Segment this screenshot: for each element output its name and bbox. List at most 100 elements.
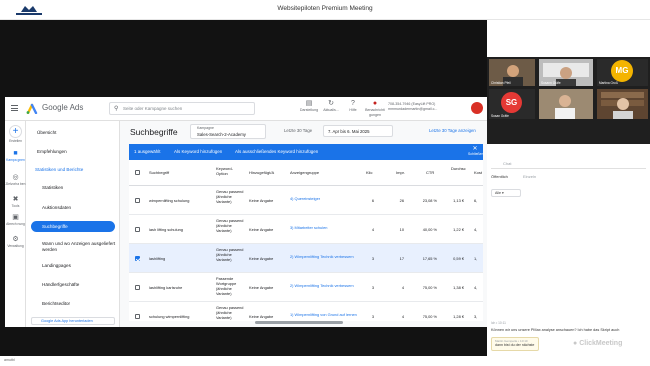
row-checkbox[interactable] (135, 227, 140, 232)
chat-filter-select[interactable]: Alle ▾ (491, 189, 521, 197)
avatar[interactable] (471, 102, 483, 114)
video-tile[interactable]: Christian Pfeil (489, 59, 535, 86)
nav-section-reports[interactable]: Statistiken und Berichte (35, 167, 83, 172)
nav-overview[interactable]: Übersicht (37, 130, 56, 135)
refresh-button[interactable]: ↻ Aktualis... (320, 99, 342, 119)
cost-cell: 4, (474, 227, 478, 232)
rail-campaigns[interactable]: ■ Kampa gnen (5, 149, 26, 162)
google-ads-title: Google Ads (42, 103, 84, 112)
column-header[interactable]: CTR (426, 170, 434, 175)
menu-icon[interactable] (11, 105, 18, 111)
rail-create[interactable]: + Erstellen (5, 125, 26, 143)
help-button[interactable]: ? Hilfe (342, 99, 364, 119)
table-row[interactable]: lashlifting Genau passend (ähnliche Varia… (129, 244, 483, 273)
nav-item-stores[interactable]: Händlerfgeschäfte (42, 282, 79, 287)
table-row[interactable]: wimpernlifting schulung Genau passend (äh… (129, 186, 483, 215)
ctr-cell: 17,65 % (422, 256, 437, 261)
billing-icon: ▣ (12, 214, 19, 221)
last-days-link[interactable]: Letzte 30 Tage anzeigen (429, 128, 476, 133)
row-checkbox[interactable] (135, 198, 140, 203)
nav-item-when-where[interactable]: Wann und wo Anzeigen ausgeliefert werden (42, 241, 118, 253)
column-header[interactable]: Klic (366, 170, 372, 175)
table-row[interactable]: schulung wimpernlifting Genau passend (äh… (129, 302, 483, 321)
column-header[interactable]: Impr. (396, 170, 405, 175)
selection-bar: 1 ausgewählt Als Keyword hinzufügen Als … (129, 144, 484, 160)
row-checkbox[interactable] (135, 314, 140, 319)
footer-status: amutbl (4, 358, 15, 362)
column-header[interactable]: Durchsc (451, 166, 466, 171)
column-header[interactable]: Kost (474, 170, 482, 175)
nav-item-auction[interactable]: Auktionsdaten (42, 205, 71, 210)
add-negative-keyword-button[interactable]: Als ausschließendes Keyword hinzufügen (235, 149, 318, 154)
google-ads-header: Google Ads ⚲ Seite oder Kampagne suchen … (5, 97, 487, 121)
rail-billing[interactable]: ▣ Abrech nung (5, 213, 26, 226)
rail-admin[interactable]: ⚙ Verwaltung (5, 235, 26, 248)
refresh-icon: ↻ (328, 100, 334, 107)
nav-item-search-terms[interactable]: Suchbegriffe (31, 221, 115, 232)
column-header[interactable]: Keyword-Option (216, 166, 240, 176)
row-checkbox[interactable] (135, 285, 140, 290)
added-cell: Keine Angabe (249, 227, 274, 232)
cpc-cell: 1,13 € (453, 198, 464, 203)
account-info[interactable]: 708-354-7946 (EasyLift PRO) mmmurdaderma… (388, 102, 462, 112)
rail-billing-label: Abrech nung (6, 222, 25, 226)
horizontal-scrollbar[interactable] (255, 321, 343, 324)
added-cell: Keine Angabe (249, 198, 274, 203)
nav-item-landingpages[interactable]: Landingpages (42, 263, 71, 268)
clicks-cell: 3 (371, 285, 374, 290)
ad-group-link[interactable]: 3) Mitarbeiter schulen (290, 225, 358, 230)
added-cell: Keine Angabe (249, 314, 274, 319)
close-selection-button[interactable]: ✕ Schließen (468, 145, 484, 156)
column-header[interactable]: Hinzugefügt/A (249, 170, 274, 175)
search-term-cell: wimpernlifting schulung (149, 198, 190, 203)
cost-cell: 3, (474, 314, 478, 319)
tab-public[interactable]: Öffentlich (491, 174, 508, 179)
appearance-button[interactable]: ▤ Darstellung (298, 99, 320, 119)
nav-recommendations[interactable]: Empfehlungen (37, 149, 67, 154)
nav-item-report-editor[interactable]: Berichtseditor (42, 301, 70, 306)
download-app-button[interactable]: Google Ads App herunterladen (31, 317, 115, 325)
meeting-title: Websitepiloten Premium Meeting (277, 5, 373, 12)
notifications-button[interactable]: ● Benachrichti gungen (364, 99, 386, 119)
video-tile[interactable]: Susann Gräfe (539, 59, 593, 86)
chat-input[interactable]: Chat (491, 159, 646, 169)
search-input[interactable]: ⚲ Seite oder Kampagne suchen (109, 102, 255, 115)
participant-name: Susann Gräfe (541, 81, 561, 85)
tab-private[interactable]: Einzeln (523, 174, 536, 179)
table-row[interactable]: lashlifting karlsruhe Passende Wortgruppe… (129, 273, 483, 302)
video-tile[interactable] (539, 89, 593, 119)
header-tools: ▤ Darstellung ↻ Aktualis... ? Hilfe ● Be… (298, 99, 386, 119)
ad-group-link[interactable]: 1) Wimpernlifting von Grund auf lernen (290, 312, 358, 317)
message-text: Können wir uns unsere PMax analyse ansch… (491, 328, 620, 332)
select-all-checkbox[interactable] (135, 170, 140, 175)
participant-name: Martina Groß (599, 81, 618, 85)
page-title: Suchbegriffe (130, 127, 178, 137)
row-checkbox[interactable] (135, 256, 140, 261)
ad-group-link[interactable]: 2) Wimpernlifting Technik verbessern (290, 254, 358, 259)
rail-goals-label: Zielvorha ben (5, 182, 26, 186)
column-header[interactable]: Suchbegriff (149, 170, 169, 175)
participant-initials: SG (501, 92, 522, 113)
chat-panel: Chat Öffentlich Einzeln Alle ▾ Ich • 10:… (487, 157, 650, 356)
cpc-cell: 1,28 € (453, 314, 464, 319)
clickmeeting-logo: ● ClickMeeting (573, 340, 623, 347)
video-tile[interactable]: MG Martina Groß (597, 59, 648, 86)
table-row[interactable]: lash lifting schulung Genau passend (ähnl… (129, 215, 483, 244)
column-header[interactable]: Anzeigengruppe (290, 170, 319, 175)
help-label: Hilfe (349, 108, 357, 112)
left-rail: + Erstellen ■ Kampa gnen ◎ Zielvorha ben… (5, 121, 26, 327)
date-range-picker[interactable]: 7. Apr bis 6. Mai 2025 (323, 125, 393, 137)
video-tile[interactable]: SG Susan Gräfe (489, 89, 535, 119)
ad-group-link[interactable]: 4) Quereinsteiger (290, 196, 358, 201)
ctr-cell: 23,08 % (422, 198, 437, 203)
rail-goals[interactable]: ◎ Zielvorha ben (5, 173, 26, 186)
impressions-cell: 17 (399, 256, 404, 261)
ad-group-link[interactable]: 2) Wimpernlifting Technik verbessern (290, 283, 358, 288)
nav-item-statistics[interactable]: Statistiken (42, 185, 63, 190)
add-keyword-button[interactable]: Als Keyword hinzufügen (174, 149, 222, 154)
table-header: Suchbegriff Keyword-Option Hinzugefügt/A… (129, 160, 483, 186)
rail-tools[interactable]: ✖ Tools (5, 195, 26, 208)
campaign-selector[interactable]: Kampagne Sales-Search-2-Academy (190, 124, 266, 139)
help-icon: ? (351, 100, 355, 107)
video-tile[interactable] (597, 89, 648, 119)
